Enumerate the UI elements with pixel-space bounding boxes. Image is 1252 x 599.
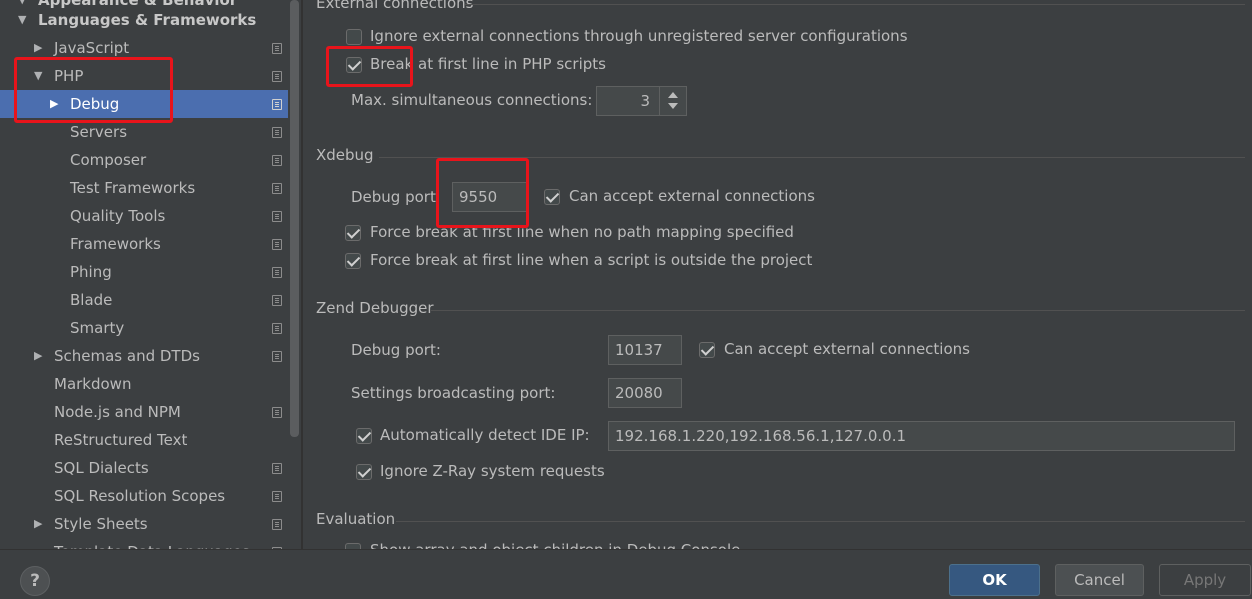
project-settings-icon [272, 155, 282, 166]
sidebar-item-label: Schemas and DTDs [54, 347, 200, 365]
ignore-external-label: Ignore external connections through unre… [370, 27, 908, 45]
sidebar-item-node-js-and-npm[interactable]: Node.js and NPM [0, 398, 288, 426]
evaluation-option-label: Show array and object children in Debug … [370, 541, 740, 549]
force-break-outside-project-label: Force break at first line when a script … [370, 251, 813, 269]
detect-ide-ip-label: Automatically detect IDE IP: [380, 426, 590, 444]
sidebar-item-style-sheets[interactable]: ▶ Style Sheets [0, 510, 288, 538]
project-settings-icon [272, 295, 282, 306]
sidebar-item-phing[interactable]: Phing [0, 258, 288, 286]
zend-accept-external-checkbox[interactable] [699, 342, 715, 358]
sidebar-item-sql-dialects[interactable]: SQL Dialects [0, 454, 288, 482]
project-settings-icon [272, 183, 282, 194]
project-settings-icon [272, 407, 282, 418]
ignore-external-checkbox[interactable] [346, 29, 362, 45]
project-settings-icon [272, 43, 282, 54]
help-icon[interactable]: ? [20, 566, 50, 596]
sidebar-item-label: Phing [70, 263, 112, 281]
cancel-button[interactable]: Cancel [1055, 564, 1144, 596]
sidebar-item-test-frameworks[interactable]: Test Frameworks [0, 174, 288, 202]
project-settings-icon [272, 351, 282, 362]
max-connections-value: 3 [640, 92, 650, 110]
spinner-up-icon[interactable] [668, 92, 678, 98]
section-title-xdebug: Xdebug [316, 146, 374, 164]
project-settings-icon [272, 239, 282, 250]
ignore-zray-checkbox[interactable] [356, 464, 372, 480]
xdebug-port-label: Debug port [351, 188, 436, 206]
sidebar-item-smarty[interactable]: Smarty [0, 314, 288, 342]
debug-settings-panel: External connections Ignore external con… [303, 0, 1252, 549]
sidebar-item-template-data-languages[interactable]: Template Data Languages [0, 538, 288, 549]
sidebar-item-markdown[interactable]: Markdown [0, 370, 288, 398]
spinner-buttons[interactable] [659, 87, 686, 115]
sidebar-item-frameworks[interactable]: Frameworks [0, 230, 288, 258]
section-title-zend: Zend Debugger [316, 299, 434, 317]
max-connections-spinner[interactable]: 3 [596, 86, 687, 116]
ide-ip-input[interactable]: 192.168.1.220,192.168.56.1,127.0.0.1 [608, 421, 1235, 451]
apply-button[interactable]: Apply [1159, 564, 1251, 596]
sidebar-item-label: Test Frameworks [70, 179, 196, 197]
sidebar-item-label: Frameworks [70, 235, 161, 253]
broadcast-port-label: Settings broadcasting port: [351, 384, 556, 402]
sidebar-item-restructured-text[interactable]: ReStructured Text [0, 426, 288, 454]
zend-accept-external-label: Can accept external connections [724, 340, 970, 358]
xdebug-accept-external-label: Can accept external connections [569, 187, 815, 205]
project-settings-icon [272, 99, 282, 110]
sidebar-item-schemas-and-dtds[interactable]: ▶ Schemas and DTDs [0, 342, 288, 370]
collapse-arrow-icon: ▼ [18, 13, 27, 26]
highlight-xdebug-port [436, 158, 529, 228]
sidebar-item-label: SQL Dialects [54, 459, 149, 477]
project-settings-icon [272, 127, 282, 138]
project-settings-icon [272, 267, 282, 278]
sidebar-scrollbar[interactable] [290, 0, 299, 437]
project-settings-icon [272, 211, 282, 222]
sidebar-item-label: Blade [70, 291, 113, 309]
broadcast-port-input[interactable]: 20080 [608, 378, 682, 408]
sidebar-item-blade[interactable]: Blade [0, 286, 288, 314]
detect-ide-ip-checkbox[interactable] [356, 428, 372, 444]
project-settings-icon [272, 519, 282, 530]
project-settings-icon [272, 323, 282, 334]
sidebar-item-label: ReStructured Text [54, 431, 188, 449]
expand-arrow-icon[interactable]: ▶ [34, 342, 42, 370]
xdebug-accept-external-checkbox[interactable] [544, 189, 560, 205]
force-break-outside-project-checkbox[interactable] [345, 253, 361, 269]
zend-port-input[interactable]: 10137 [608, 335, 682, 365]
force-break-no-mapping-checkbox[interactable] [345, 225, 361, 241]
section-title-external: External connections [316, 0, 474, 12]
sidebar-item-composer[interactable]: Composer [0, 146, 288, 174]
sidebar-item-label: Template Data Languages [54, 538, 250, 549]
tree-group-label: Languages & Frameworks [38, 11, 257, 29]
dialog-button-bar: ? OK Cancel Apply [0, 549, 1252, 599]
project-settings-icon [272, 463, 282, 474]
sidebar-item-quality-tools[interactable]: Quality Tools [0, 202, 288, 230]
project-settings-icon [272, 491, 282, 502]
sidebar-item-label: SQL Resolution Scopes [54, 487, 226, 505]
sidebar-item-label: Markdown [54, 375, 132, 393]
tree-group-languages-frameworks[interactable]: ▼ Languages & Frameworks [0, 6, 288, 34]
sidebar-item-label: Quality Tools [70, 207, 166, 225]
ignore-zray-label: Ignore Z-Ray system requests [380, 462, 605, 480]
highlight-break-checkbox [326, 46, 413, 87]
sidebar-item-label: Composer [70, 151, 147, 169]
highlight-php-debug [14, 57, 173, 123]
sidebar-item-label: Style Sheets [54, 515, 148, 533]
expand-arrow-icon[interactable]: ▶ [34, 510, 42, 538]
section-title-evaluation: Evaluation [316, 510, 396, 528]
spinner-down-icon[interactable] [668, 103, 678, 109]
force-break-no-mapping-label: Force break at first line when no path m… [370, 223, 794, 241]
sidebar-item-label: Smarty [70, 319, 125, 337]
section-separator [396, 521, 1245, 522]
section-separator [465, 4, 1245, 5]
sidebar-item-sql-resolution-scopes[interactable]: SQL Resolution Scopes [0, 482, 288, 510]
ok-button[interactable]: OK [949, 564, 1040, 596]
max-connections-label: Max. simultaneous connections: [351, 91, 593, 109]
section-separator [431, 310, 1245, 311]
zend-port-label: Debug port: [351, 341, 441, 359]
sidebar-item-label: Node.js and NPM [54, 403, 181, 421]
project-settings-icon [272, 71, 282, 82]
